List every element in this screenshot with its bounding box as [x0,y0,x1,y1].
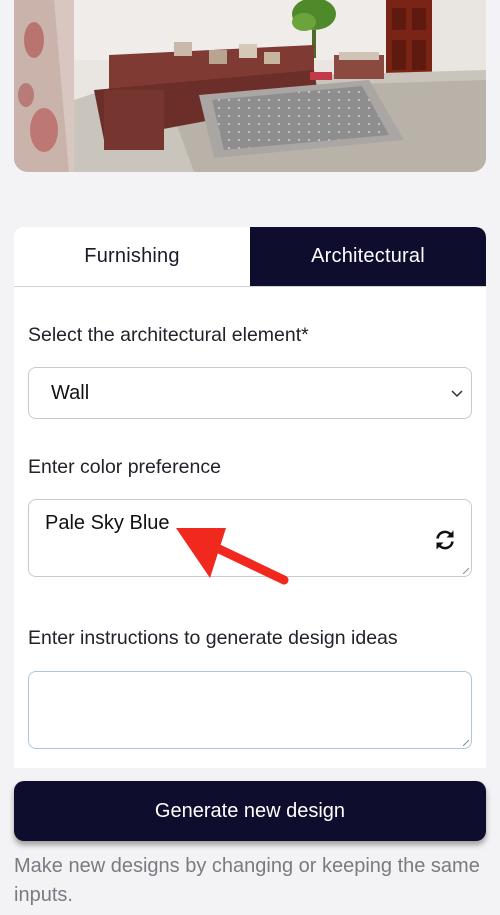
instructions-input[interactable] [28,671,472,749]
tab-architectural[interactable]: Architectural [250,227,486,286]
resize-handle-icon[interactable] [463,740,469,746]
helper-text: Make new designs by changing or keeping … [14,855,480,906]
tab-furnishing[interactable]: Furnishing [14,227,250,286]
resize-handle-icon[interactable] [463,568,469,574]
design-form-card: Furnishing Architectural Select the arch… [14,227,486,768]
element-select[interactable]: Wall [28,367,472,419]
instructions-label: Enter instructions to generate design id… [28,627,398,649]
element-select-value: Wall [51,381,90,404]
element-select-label: Select the architectural element* [28,324,309,346]
chevron-down-icon [451,390,463,398]
mode-tabs: Furnishing Architectural [14,227,486,287]
refresh-icon[interactable] [433,528,457,552]
room-photo-card [14,0,486,172]
living-room-photo [14,0,486,172]
generate-design-button[interactable]: Generate new design [14,781,486,841]
color-preference-value: Pale Sky Blue [45,512,170,534]
red-arrow-icon [176,528,289,585]
color-preference-label: Enter color preference [28,456,221,478]
